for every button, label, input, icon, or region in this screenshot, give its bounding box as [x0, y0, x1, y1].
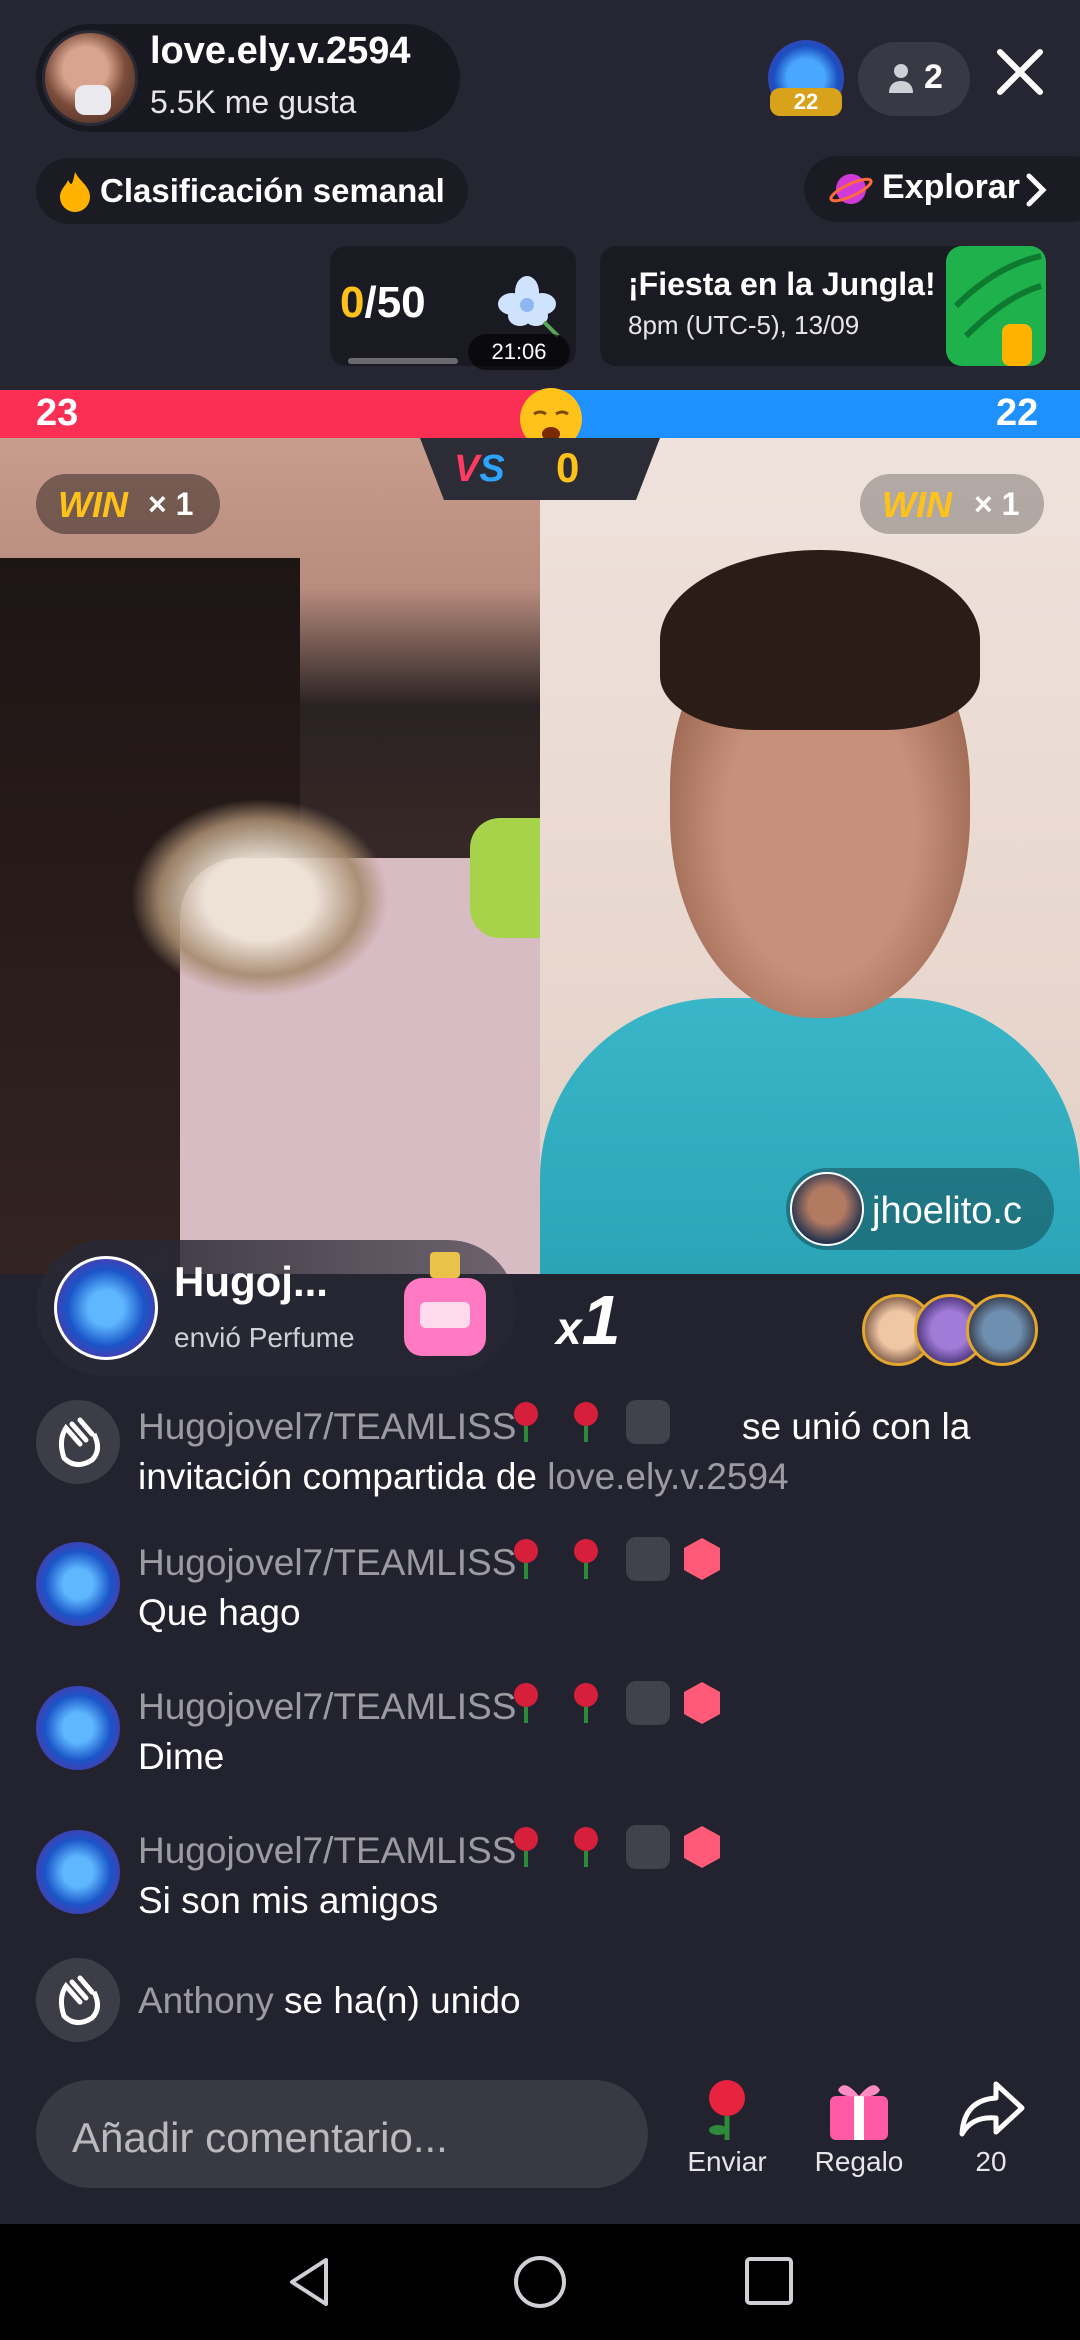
rose-icon: [574, 1539, 598, 1579]
chat-message: Anthony se ha(n) unido: [138, 1980, 521, 2021]
chat-badges: [506, 1400, 682, 1446]
guest-avatar[interactable]: [790, 1172, 864, 1246]
win-label-left: WIN: [58, 484, 128, 525]
chat-badges: [506, 1680, 722, 1726]
rose-icon: [574, 1827, 598, 1867]
friend-icon: [626, 1537, 670, 1581]
send-rose-button[interactable]: Enviar: [672, 2076, 782, 2178]
video-left-print: [130, 798, 390, 998]
perfume-icon: [404, 1252, 486, 1356]
chat-message-join: Anthony se ha(n) unido: [36, 1958, 1046, 2044]
guest-name[interactable]: jhoelito.c: [872, 1190, 1022, 1233]
chat-message-row: Hugojovel7/TEAMLISS Si son mis amigos: [36, 1825, 1046, 1930]
gift-goal-timer: 21:06: [468, 334, 570, 370]
viewer-count: 2: [924, 58, 943, 96]
video-left-background: [470, 818, 540, 938]
leaf-icon: [946, 246, 1046, 366]
flame-icon: [60, 172, 90, 212]
back-icon[interactable]: [282, 2254, 338, 2310]
host-likes: 5.5K me gusta: [150, 84, 357, 120]
wave-icon: [36, 1958, 120, 2042]
share-icon: [959, 2081, 1025, 2137]
gift-description: envió Perfume: [174, 1322, 355, 1353]
video-right-hair: [660, 550, 980, 730]
host-video-left[interactable]: [0, 438, 540, 1274]
level-badge-icon: [684, 1682, 720, 1724]
chat-message-row: Hugojovel7/TEAMLISS Dime: [36, 1681, 1046, 1786]
recent-apps-icon[interactable]: [744, 2256, 794, 2306]
weekly-ranking-label: Clasificación semanal: [100, 172, 445, 209]
chat-username[interactable]: Anthony: [138, 1980, 274, 2021]
gift-icon: [830, 2085, 888, 2140]
chat-avatar[interactable]: [36, 1830, 120, 1914]
rose-icon: [514, 1827, 538, 1867]
chat-username[interactable]: Hugojovel7/TEAMLISS: [138, 1542, 516, 1584]
chat-message-join: Hugojovel7/TEAMLISS se unió con la invit…: [36, 1400, 1046, 1510]
wave-icon: [36, 1400, 120, 1484]
vs-points: 0: [556, 444, 580, 491]
flower-icon: [498, 276, 560, 338]
home-icon[interactable]: [512, 2254, 568, 2310]
gift-button[interactable]: Regalo: [804, 2076, 914, 2178]
chat-avatar[interactable]: [36, 1686, 120, 1770]
win-multiplier-left: × 1: [148, 486, 194, 522]
chat-message: Que hago: [138, 1592, 301, 1633]
gift-sender-name: Hugoj...: [174, 1258, 328, 1305]
close-icon[interactable]: [988, 40, 1052, 104]
vs-label: VS: [454, 448, 505, 490]
top-viewer-avatar[interactable]: [966, 1294, 1038, 1366]
level-badge-icon: [684, 1826, 720, 1868]
chat-avatar[interactable]: [36, 1542, 120, 1626]
chat-message-row: Hugojovel7/TEAMLISS Que hago: [36, 1537, 1046, 1642]
share-count: 20: [975, 2146, 1007, 2177]
win-label-right: WIN: [882, 484, 952, 525]
send-label: Enviar: [687, 2146, 767, 2177]
host-name[interactable]: love.ely.v.2594: [150, 30, 411, 73]
chat-message: se unió con la: [742, 1406, 971, 1447]
friend-icon: [626, 1400, 670, 1444]
rose-icon: [574, 1683, 598, 1723]
explore-planet-icon: [829, 174, 873, 204]
comment-placeholder: Añadir comentario...: [72, 2114, 448, 2161]
top-viewers-avatars[interactable]: [862, 1294, 1042, 1370]
gift-goal-progress: 0/50: [340, 278, 426, 327]
chat-username[interactable]: Hugojovel7/TEAMLISS: [138, 1686, 516, 1728]
rose-icon: [709, 2080, 745, 2140]
battle-score-right: 22: [996, 392, 1039, 434]
viewer-count-button[interactable]: [858, 42, 970, 116]
chat-badges: [506, 1536, 722, 1582]
person-icon: [889, 64, 913, 93]
chat-message-line2: invitación compartida de love.ely.v.2594: [138, 1456, 789, 1497]
chat-username[interactable]: Hugojovel7/TEAMLISS: [138, 1830, 516, 1872]
event-title: ¡Fiesta en la Jungla!: [628, 266, 936, 302]
share-button[interactable]: 20: [936, 2076, 1046, 2178]
chevron-right-icon: [1026, 173, 1047, 207]
battle-score-bar-left: [0, 390, 560, 438]
chat-message: Si son mis amigos: [138, 1880, 439, 1921]
guest-video-right[interactable]: [540, 438, 1080, 1274]
rose-icon: [514, 1683, 538, 1723]
top-gifter-level: 22: [770, 88, 842, 116]
gift-sender-avatar[interactable]: [54, 1256, 158, 1360]
event-date: 8pm (UTC-5), 13/09: [628, 310, 860, 340]
chat-username[interactable]: Hugojovel7/TEAMLISS: [138, 1406, 516, 1448]
gift-multiplier: x1: [556, 1281, 621, 1359]
gift-goal-bar: [348, 358, 458, 364]
gift-label: Regalo: [814, 2146, 904, 2177]
rose-icon: [514, 1402, 538, 1442]
host-avatar[interactable]: [42, 30, 138, 126]
battle-score-left: 23: [36, 392, 79, 434]
chat-badges: [506, 1824, 722, 1870]
rose-icon: [574, 1402, 598, 1442]
friend-icon: [626, 1681, 670, 1725]
level-badge-icon: [684, 1538, 720, 1580]
explore-label: Explorar: [882, 168, 1020, 206]
rose-icon: [514, 1539, 538, 1579]
win-multiplier-right: × 1: [974, 486, 1020, 522]
chat-message: Dime: [138, 1736, 225, 1777]
friend-icon: [626, 1825, 670, 1869]
chat-link-user[interactable]: love.ely.v.2594: [547, 1456, 788, 1497]
